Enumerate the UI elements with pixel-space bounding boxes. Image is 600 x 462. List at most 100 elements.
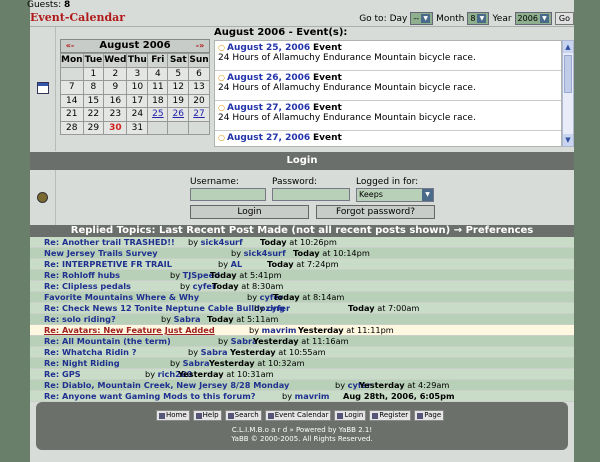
post-day: Yesterday	[230, 347, 276, 357]
post-at: at 10:32am	[257, 358, 305, 368]
prev-month-button[interactable]: «-	[61, 40, 79, 52]
event-date-link[interactable]: August 25, 2006	[218, 43, 310, 53]
events-panel: August 2006 - Event(s): August 25, 2006 …	[214, 27, 574, 151]
author-link[interactable]: Sabra	[183, 358, 210, 368]
topic-link[interactable]: Re: Check News 12 Tonite Neptune Cable B…	[44, 303, 285, 314]
username-input[interactable]	[190, 188, 266, 201]
footer-button-label: Event Calendar	[274, 411, 329, 419]
topic-link[interactable]: Favorite Mountains Where & Why	[44, 292, 199, 303]
forgot-password-button[interactable]: Forgot password?	[316, 205, 435, 219]
goto-controls: Go to: Day -- ▼ Month 8 ▼ Year 2006 ▼ Go	[359, 11, 574, 26]
post-day: Today	[260, 237, 287, 247]
event-date-link[interactable]: August 27, 2006	[218, 133, 310, 143]
calendar-day: 17	[126, 93, 149, 108]
calendar-header: Event-Calendar Go to: Day -- ▼ Month 8 ▼ Y…	[30, 10, 574, 27]
topic-link[interactable]: Re: Night Riding	[44, 358, 120, 369]
calendar-day[interactable]: 26	[167, 107, 190, 122]
post-time: Yesterday at 4:29am	[359, 380, 449, 391]
next-month-button[interactable]: -»	[191, 40, 209, 52]
post-day: Yesterday	[359, 380, 405, 390]
login-button[interactable]: Login	[190, 205, 309, 219]
event-item: August 26, 2006 Event24 Hours of Allamuc…	[215, 71, 561, 101]
post-time: Yesterday at 10:32am	[209, 358, 305, 369]
events-title: August 2006 - Event(s):	[214, 27, 348, 38]
footer-login-button[interactable]: Login	[334, 410, 367, 421]
author-link[interactable]: mavrim	[262, 325, 297, 335]
calendar-title: Event-Calendar	[30, 11, 126, 24]
topic-link[interactable]: Re: Whatcha Ridin ?	[44, 347, 137, 358]
day-select[interactable]: -- ▼	[410, 12, 434, 25]
by-label: by	[247, 292, 258, 302]
footer-copyright: YaBB © 2000-2005. All Rights Reserved.	[231, 435, 373, 443]
post-day: Yesterday	[178, 369, 224, 379]
topic-link[interactable]: Re: Rohloff hubs	[44, 270, 120, 281]
scroll-up-icon[interactable]: ▲	[563, 41, 573, 53]
topic-link[interactable]: New Jersey Trails Survey	[44, 248, 158, 259]
login-header: Login	[30, 152, 574, 170]
month-nav: «- August 2006 -»	[60, 39, 210, 53]
footer-button-label: Register	[379, 411, 409, 419]
home-icon	[159, 412, 165, 419]
footer-register-button[interactable]: Register	[369, 410, 412, 421]
by-label: by	[170, 270, 181, 280]
topic-row: Re: GPS by rich280 Yesterday at 10:31am	[30, 369, 574, 380]
topic-link[interactable]: Re: All Mountain (the term)	[44, 336, 171, 347]
year-select[interactable]: 2006 ▼	[514, 12, 552, 25]
preferences-link[interactable]: Preferences	[466, 225, 534, 236]
event-date-link[interactable]: August 26, 2006	[218, 73, 310, 83]
author-link[interactable]: sick4surf	[201, 237, 243, 247]
event-text: 24 Hours of Allamuchy Endurance Mountain…	[218, 113, 476, 123]
calendar-day: 23	[103, 107, 128, 122]
post-at: at 5:11am	[236, 314, 279, 324]
by-label: by	[161, 314, 172, 324]
author-link[interactable]: Sabra	[174, 314, 201, 324]
password-input[interactable]	[272, 188, 350, 201]
topic-author-line: by cyfer	[254, 303, 290, 314]
scroll-thumb[interactable]	[564, 55, 572, 93]
topic-link[interactable]: Re: GPS	[44, 369, 81, 380]
topic-link[interactable]: Re: Diablo, Mountain Creek, New Jersey 8…	[44, 380, 289, 391]
weekday-header: Sat	[167, 53, 190, 68]
go-button[interactable]: Go	[554, 12, 574, 25]
logged-in-select[interactable]: Keeps ▼	[356, 188, 434, 202]
author-link[interactable]: AL	[231, 259, 243, 269]
event-item: August 27, 2006 Event	[215, 131, 561, 146]
calendar-day: 20	[188, 93, 210, 108]
calendar-day: 24	[126, 107, 149, 122]
author-link[interactable]: Sabra	[201, 347, 228, 357]
topic-link[interactable]: Re: INTERPRETIVE FR TRAIL	[44, 259, 172, 270]
topic-author-line: by Sabra	[218, 336, 258, 347]
author-link[interactable]: mavrim	[295, 391, 330, 401]
month-select[interactable]: 8 ▼	[467, 12, 490, 25]
calendar-day[interactable]: 27	[188, 107, 210, 122]
footer-button-label: Login	[344, 411, 364, 419]
post-day: Today	[210, 270, 237, 280]
calendar-day: 15	[82, 93, 105, 108]
calendar-day[interactable]: 25	[147, 107, 169, 122]
footer-event-calendar-button[interactable]: Event Calendar	[264, 410, 332, 421]
topic-link[interactable]: Re: Clipless pedals	[44, 281, 131, 292]
topic-link[interactable]: Re: Avatars: New Feature Just Added	[44, 325, 215, 336]
footer-page-button[interactable]: Page	[414, 410, 445, 421]
footer-home-button[interactable]: Home	[156, 410, 190, 421]
calendar-day: 2	[103, 66, 128, 81]
topic-link[interactable]: Re: Another trail TRASHED!!	[44, 237, 175, 248]
weekday-header: Thu	[126, 53, 149, 68]
author-link[interactable]: sick4surf	[244, 248, 286, 258]
by-label: by	[180, 281, 191, 291]
event-date-link[interactable]: August 27, 2006	[218, 103, 310, 113]
calendar-day: 18	[147, 93, 169, 108]
topic-link[interactable]: Re: solo riding?	[44, 314, 116, 325]
post-time: Today at 8:30am	[212, 281, 283, 292]
footer-help-button[interactable]: Help	[192, 410, 222, 421]
topic-row: Re: Night Riding by Sabra Yesterday at 10:…	[30, 358, 574, 369]
footer-powered: C.L.I.M.B.o a r d » Powered by YaBB 2.1!	[231, 426, 373, 434]
events-scrollbar[interactable]: ▲ ▼	[562, 40, 574, 147]
logged-in-label: Logged in for:	[356, 177, 419, 187]
help-icon	[195, 412, 202, 419]
topic-link[interactable]: Re: Anyone want Gaming Mods to this foru…	[44, 391, 256, 402]
calendar-day: 6	[188, 66, 210, 81]
author-link[interactable]: cyfer	[267, 303, 290, 313]
footer-search-button[interactable]: Search	[224, 410, 262, 421]
scroll-down-icon[interactable]: ▼	[563, 134, 573, 146]
